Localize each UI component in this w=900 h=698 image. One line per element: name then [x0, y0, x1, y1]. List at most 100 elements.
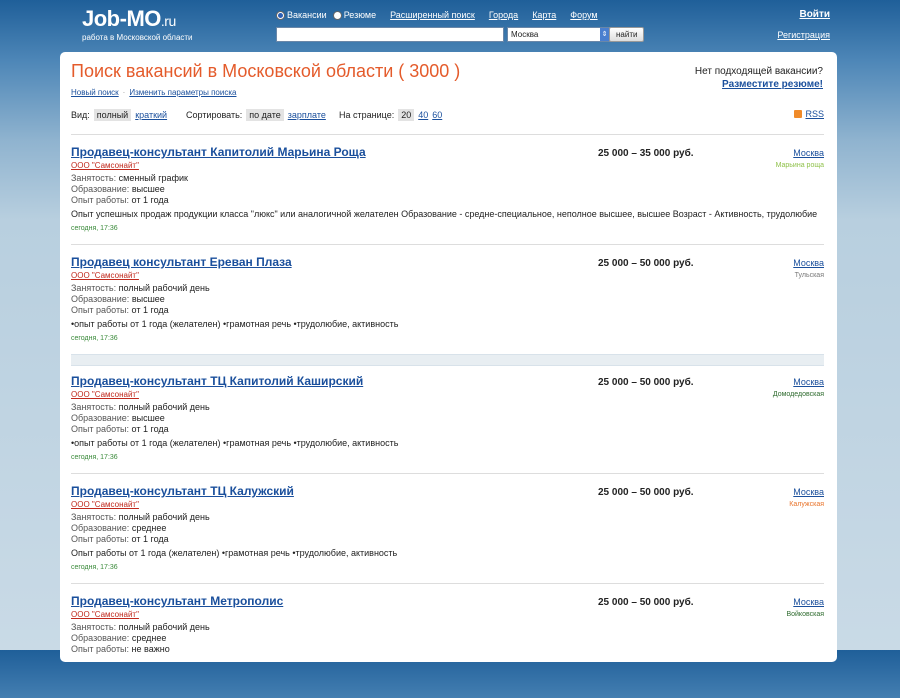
nav-advanced-search[interactable]: Расширенный поиск	[390, 10, 475, 20]
education-label: Образование:	[71, 523, 130, 533]
city-link[interactable]: Москва	[793, 258, 824, 268]
experience-line: Опыт работы: от 1 года	[71, 195, 169, 205]
salary: 25 000 – 50 000 руб.	[598, 377, 694, 388]
radio-checked-icon	[276, 10, 285, 20]
nav-map[interactable]: Карта	[532, 10, 556, 20]
site-logo[interactable]: Job-MO.ru	[82, 6, 176, 32]
company-link[interactable]: ООО "Самсонайт"	[71, 390, 139, 399]
radio-unchecked-icon	[332, 10, 342, 20]
per-page-60-link[interactable]: 60	[432, 110, 442, 120]
search-input[interactable]	[276, 27, 504, 42]
employment-line: Занятость: полный рабочий день	[71, 283, 210, 293]
metro-station: Марьина роща	[775, 162, 824, 169]
logo-suffix: .ru	[160, 13, 176, 29]
experience-line: Опыт работы: от 1 года	[71, 424, 169, 434]
city-link[interactable]: Москва	[793, 487, 824, 497]
job-title-link[interactable]: Продавец-консультант Метрополис	[71, 594, 283, 608]
metro-station: Тульская	[794, 272, 824, 279]
job-listing: Продавец-консультант ТЦ Капитолий Каширс…	[71, 374, 824, 478]
radio-resumes[interactable]: Резюме	[332, 10, 376, 20]
rss-label[interactable]: RSS	[805, 109, 824, 119]
job-description: Опыт работы от 1 года (желателен) •грамо…	[71, 548, 398, 558]
employment-label: Занятость:	[71, 173, 117, 183]
job-title-link[interactable]: Продавец-консультант ТЦ Капитолий Каширс…	[71, 374, 363, 388]
salary: 25 000 – 50 000 руб.	[598, 487, 694, 498]
view-short-link[interactable]: краткий	[135, 110, 167, 120]
employment-line: Занятость: сменный график	[71, 173, 188, 183]
education-value: высшее	[131, 413, 165, 423]
results-panel: Поиск вакансий в Московской области ( 30…	[60, 52, 837, 662]
logo-text: Job-MO	[82, 6, 161, 31]
employment-value: полный рабочий день	[118, 402, 210, 412]
employment-line: Занятость: полный рабочий день	[71, 622, 210, 632]
post-resume-link[interactable]: Разместите резюме!	[722, 79, 823, 90]
find-button[interactable]: найти	[609, 27, 645, 42]
education-line: Образование: среднее	[71, 633, 166, 643]
experience-label: Опыт работы:	[71, 195, 130, 205]
education-line: Образование: высшее	[71, 184, 165, 194]
new-search-link[interactable]: Новый поиск	[71, 88, 119, 97]
experience-value: не важно	[131, 644, 170, 654]
sort-switch: Сортировать: по дате зарплате	[186, 109, 326, 121]
education-value: среднее	[131, 633, 167, 643]
job-title-link[interactable]: Продавец-консультант Капитолий Марьина Р…	[71, 145, 366, 159]
experience-value: от 1 года	[131, 424, 169, 434]
company-link[interactable]: ООО "Самсонайт"	[71, 271, 139, 280]
experience-label: Опыт работы:	[71, 424, 130, 434]
education-label: Образование:	[71, 413, 130, 423]
nav-cities[interactable]: Города	[489, 10, 518, 20]
education-value: высшее	[131, 294, 165, 304]
radio-vacancies-label: Вакансии	[287, 10, 327, 20]
sort-date-selected[interactable]: по дате	[246, 109, 284, 121]
employment-line: Занятость: полный рабочий день	[71, 402, 210, 412]
radio-vacancies[interactable]: Вакансии	[276, 10, 327, 20]
job-description: •опыт работы от 1 года (желателен) •грам…	[71, 319, 399, 329]
city-link[interactable]: Москва	[793, 148, 824, 158]
page-title: Поиск вакансий в Московской области ( 30…	[71, 61, 461, 81]
nav-forum[interactable]: Форум	[570, 10, 597, 20]
metro-station: Войковская	[786, 611, 824, 618]
per-page-label: На странице:	[339, 110, 395, 120]
education-label: Образование:	[71, 294, 130, 304]
city-link[interactable]: Москва	[793, 377, 824, 387]
posted-date: сегодня, 17:36	[71, 564, 118, 571]
company-link[interactable]: ООО "Самсонайт"	[71, 161, 139, 170]
company-link[interactable]: ООО "Самсонайт"	[71, 610, 139, 619]
login-link[interactable]: Войти	[799, 9, 830, 20]
job-title-link[interactable]: Продавец-консультант ТЦ Калужский	[71, 484, 294, 498]
change-params-link[interactable]: Изменить параметры поиска	[129, 88, 236, 97]
rss-icon	[794, 110, 803, 118]
view-full-selected[interactable]: полный	[93, 109, 132, 121]
per-page-20-selected[interactable]: 20	[398, 109, 415, 121]
experience-value: от 1 года	[131, 534, 169, 544]
per-page-40-link[interactable]: 40	[418, 110, 428, 120]
salary: 25 000 – 50 000 руб.	[598, 258, 694, 269]
rss-link[interactable]: RSS	[794, 109, 824, 119]
experience-line: Опыт работы: не важно	[71, 644, 170, 654]
experience-value: от 1 года	[131, 195, 169, 205]
job-listing: Продавец-консультант Метрополис ООО "Сам…	[71, 594, 824, 698]
job-listing: Продавец-консультант Капитолий Марьина Р…	[71, 145, 824, 249]
employment-label: Занятость:	[71, 283, 117, 293]
sort-label: Сортировать:	[186, 110, 243, 120]
view-switch: Вид: полный краткий	[71, 109, 167, 121]
education-value: среднее	[131, 523, 167, 533]
list-divider	[71, 134, 824, 135]
posted-date: сегодня, 17:36	[71, 225, 118, 232]
select-arrows-icon: ⇕	[600, 28, 609, 41]
metro-station: Домодедовская	[772, 391, 824, 398]
city-link[interactable]: Москва	[793, 597, 824, 607]
sort-salary-link[interactable]: зарплате	[288, 110, 326, 120]
employment-label: Занятость:	[71, 402, 117, 412]
top-navigation: Вакансии Резюме Расширенный поиск Города…	[276, 10, 598, 20]
company-link[interactable]: ООО "Самсонайт"	[71, 500, 139, 509]
employment-label: Занятость:	[71, 622, 117, 632]
region-select[interactable]: Москва ⇕	[507, 27, 610, 42]
link-separator: ·	[122, 88, 126, 97]
experience-line: Опыт работы: от 1 года	[71, 305, 169, 315]
register-link[interactable]: Регистрация	[777, 30, 830, 40]
job-title-link[interactable]: Продавец консультант Ереван Плаза	[71, 255, 292, 269]
employment-value: полный рабочий день	[118, 622, 210, 632]
job-listing: Продавец консультант Ереван Плаза ООО "С…	[71, 255, 824, 359]
list-divider	[71, 473, 824, 474]
